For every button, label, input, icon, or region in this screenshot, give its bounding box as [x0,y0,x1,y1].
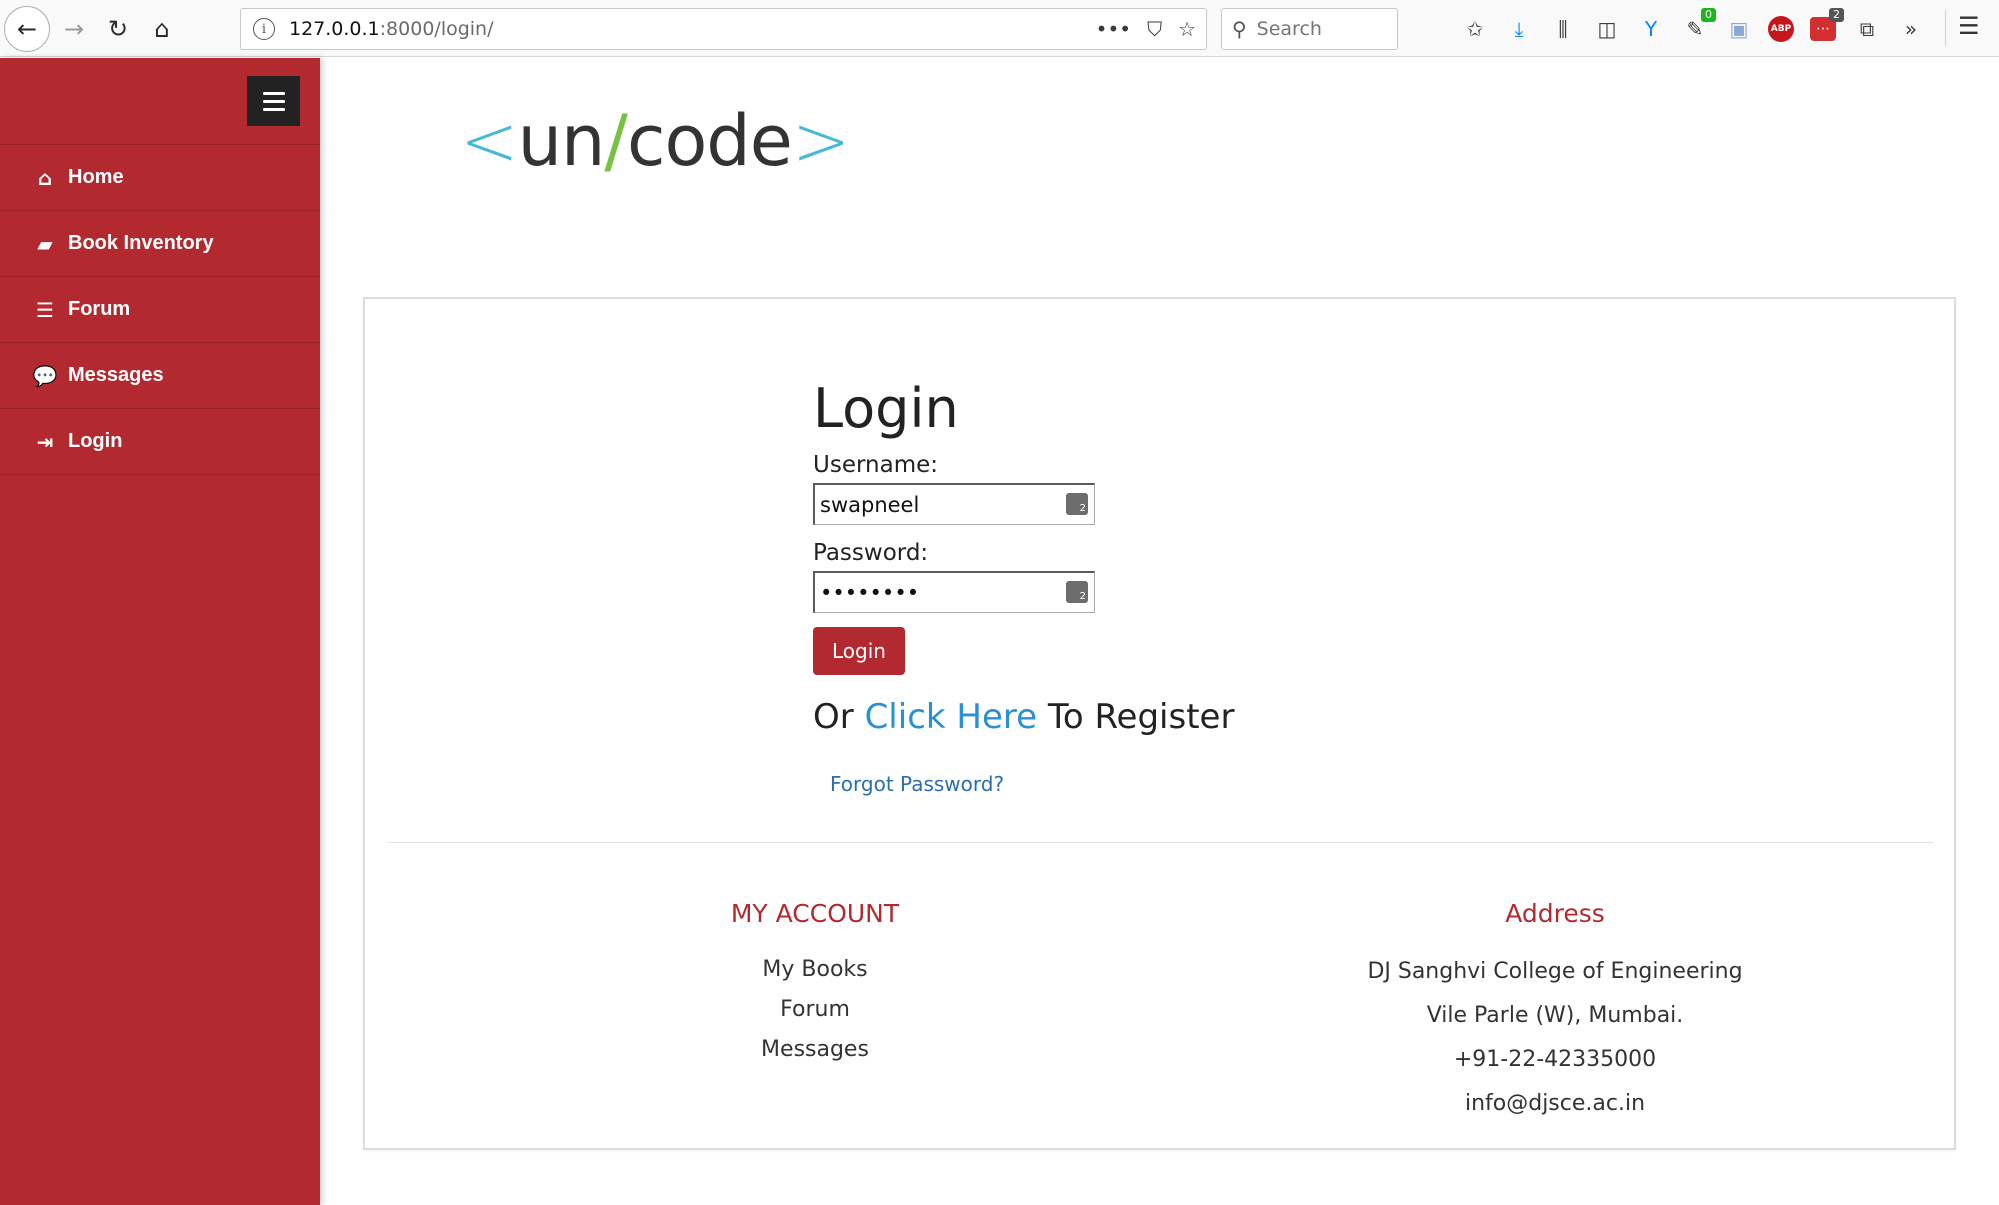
extension-icon[interactable]: ▣ [1724,14,1754,44]
footer-address: Address DJ Sanghvi College of Engineerin… [1285,899,1825,1126]
sidebar-toggle-button[interactable] [247,76,300,126]
menu-icon[interactable]: ☰ [1958,12,1980,40]
home-icon: ⌂ [37,165,53,190]
logo-un: un [517,100,606,182]
bookmarks-icon[interactable]: ✩ [1460,14,1490,44]
login-button[interactable]: Login [813,627,905,675]
sidebar: ⌂ Home ▰ Book Inventory ☰ Forum 💬 Messag… [0,58,320,1205]
username-field-wrapper: 2 [813,483,1095,525]
search-input[interactable] [1256,18,1377,40]
address-email: info@djsce.ac.in [1464,1091,1646,1116]
address-location: Vile Parle (W), Mumbai. [1426,1003,1684,1028]
register-prompt: Or Click Here To Register [813,697,1234,737]
forgot-password-link[interactable]: Forgot Password? [830,772,1004,796]
list-icon: ☰ [36,297,54,322]
toolbar-icons: ✩ ⤓ ⫼ ◫ Y ✎ 0 ▣ ABP ⋯ 2 ⧉ » [1460,8,1926,46]
back-icon[interactable]: ← [4,6,50,52]
address-phone: +91-22-42335000 [1453,1047,1657,1072]
extension-icon[interactable]: Y [1636,14,1666,44]
url-path: :8000/login/ [379,18,494,40]
logo-slash: / [604,100,628,182]
footer-link-forum[interactable]: Forum [665,990,965,1030]
extension-icon[interactable]: ⋯ 2 [1808,8,1844,44]
extension-icon[interactable]: ✎ 0 [1680,8,1716,44]
sidebar-item-login[interactable]: ⇥ Login [0,409,320,475]
password-field[interactable] [820,580,1050,605]
logo-open-bracket: < [460,100,519,182]
unicode-logo[interactable]: < un / code > [460,100,851,182]
url-text[interactable]: 127.0.0.1:8000/login/ [289,18,494,40]
footer-link-messages[interactable]: Messages [665,1030,965,1070]
pocket-icon[interactable]: ⛉ [1147,17,1162,41]
keepass-icon[interactable]: 2 [1066,493,1088,515]
sidebar-item-forum[interactable]: ☰ Forum [0,277,320,343]
sign-in-icon: ⇥ [36,429,54,454]
logo-close-bracket: > [791,100,851,182]
sidebar-item-label: Book Inventory [68,232,214,254]
extension-badge: 0 [1701,8,1716,22]
footer-address-heading: Address [1505,899,1605,928]
username-field[interactable] [820,492,1050,517]
password-label: Password: [813,540,929,566]
register-link[interactable]: Click Here [865,697,1037,737]
extension-badge: 2 [1829,8,1844,22]
home-icon[interactable]: ⌂ [140,7,184,51]
sidebar-item-messages[interactable]: 💬 Messages [0,343,320,409]
sidebar-item-label: Login [68,430,123,452]
toolbar-divider [1945,10,1946,46]
register-prefix: Or [813,697,854,737]
search-icon: ⚲ [1232,17,1247,41]
register-suffix: To Register [1047,697,1235,737]
reload-icon[interactable]: ↻ [96,7,140,51]
password-field-wrapper: 2 [813,571,1095,613]
bookmark-star-icon[interactable]: ☆ [1178,17,1196,41]
page-title: Login [813,377,959,440]
overflow-icon[interactable]: » [1896,14,1926,44]
library-icon[interactable]: ⫼ [1548,14,1578,44]
sidebar-menu: ⌂ Home ▰ Book Inventory ☰ Forum 💬 Messag… [0,144,320,475]
extension-icon[interactable]: ⧉ [1852,14,1882,44]
download-icon[interactable]: ⤓ [1504,14,1534,44]
adblock-icon[interactable]: ABP [1768,16,1794,42]
logo-code: code [626,100,793,182]
url-host: 127.0.0.1 [289,18,380,40]
sidebar-item-home[interactable]: ⌂ Home [0,145,320,211]
footer-divider [387,842,1934,843]
info-icon[interactable]: i [253,18,275,40]
keepass-icon[interactable]: 2 [1066,581,1088,603]
sidebar-item-book-inventory[interactable]: ▰ Book Inventory [0,211,320,277]
username-label: Username: [813,452,938,478]
footer-link-my-books[interactable]: My Books [665,950,965,990]
book-icon: ▰ [37,231,53,256]
sidebar-item-label: Messages [68,364,164,386]
browser-toolbar: ← → ↻ ⌂ i 127.0.0.1:8000/login/ ••• ⛉ ☆ … [0,0,1999,57]
comments-icon: 💬 [32,363,58,388]
footer-my-account: MY ACCOUNT My Books Forum Messages [665,899,965,1070]
address-bar[interactable]: i 127.0.0.1:8000/login/ ••• ⛉ ☆ [240,8,1207,50]
login-card: Login Username: 2 Password: 2 Login Or C… [363,297,1956,1150]
sidebar-icon[interactable]: ◫ [1592,14,1622,44]
footer-account-heading: MY ACCOUNT [730,899,900,928]
search-bar[interactable]: ⚲ [1221,8,1398,50]
sidebar-item-label: Forum [68,298,131,320]
forward-icon[interactable]: → [52,7,96,51]
sidebar-item-label: Home [68,166,124,188]
address-college: DJ Sanghvi College of Engineering [1367,959,1743,984]
more-icon[interactable]: ••• [1096,17,1131,41]
